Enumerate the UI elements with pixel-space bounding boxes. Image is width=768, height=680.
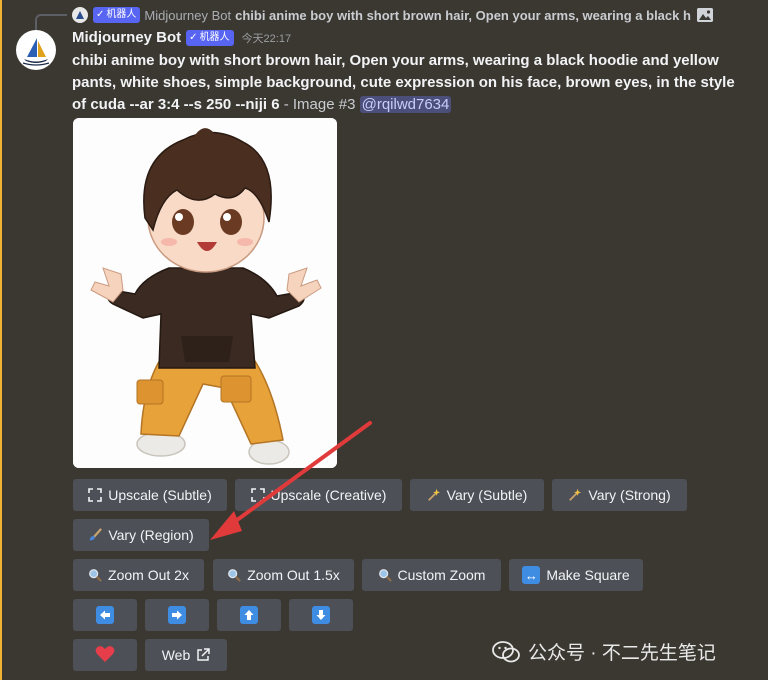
vary-strong-button[interactable]: Vary (Strong) [552,479,687,511]
paintbrush-icon [88,528,103,542]
bot-badge: ✓ 机器人 [186,29,234,46]
image-icon [696,8,713,22]
arrow-up-icon [240,606,258,624]
arrow-right-icon [168,606,186,624]
pan-right-button[interactable] [145,599,209,631]
pan-down-button[interactable] [289,599,353,631]
reply-connector [35,14,67,30]
author-name[interactable]: Midjourney Bot [72,29,181,46]
web-link-button[interactable]: Web [145,639,227,671]
reply-text[interactable]: chibi anime boy with short brown hair, O… [235,8,691,23]
reply-avatar [72,7,88,23]
arrow-left-icon [96,606,114,624]
check-icon: ✓ [96,9,105,20]
image-index: - Image #3 [279,96,360,113]
magnifier-icon [378,568,392,582]
zoom-out-2x-button[interactable]: Zoom Out 2x [73,559,204,591]
custom-zoom-button[interactable]: Custom Zoom [362,559,501,591]
user-mention[interactable]: @rqilwd7634 [359,96,452,113]
expand-arrows-icon [88,488,103,502]
wechat-icon [492,640,520,662]
reply-bot-badge: ✓ 机器人 [93,7,141,23]
reply-preview[interactable]: ✓ 机器人 Midjourney Bot chibi anime boy wit… [72,5,762,25]
magnifier-icon [227,568,242,582]
pan-left-button[interactable] [73,599,137,631]
highlight-bar [0,0,2,680]
like-button[interactable] [73,639,137,671]
zoom-out-1-5x-button[interactable]: Zoom Out 1.5x [213,559,354,591]
magnifier-icon [88,568,102,582]
arrow-down-icon [312,606,330,624]
check-icon: ✓ [189,31,198,43]
vary-subtle-button[interactable]: Vary (Subtle) [410,479,544,511]
heart-icon [95,645,115,666]
message-header: Midjourney Bot ✓ 机器人 今天22:17 [72,29,291,46]
make-square-button[interactable]: ↔ Make Square [509,559,643,591]
watermark-text: 公众号 · 不二先生笔记 [528,643,716,664]
reply-author[interactable]: Midjourney Bot [144,8,231,23]
pan-up-button[interactable] [217,599,281,631]
vary-region-button[interactable]: Vary (Region) [73,519,209,551]
timestamp: 今天22:17 [241,32,292,45]
annotation-arrow [210,421,372,540]
message-content: chibi anime boy with short brown hair, O… [72,50,752,116]
sparkle-wand-icon [427,488,441,502]
bot-avatar[interactable] [16,30,56,70]
sparkle-wand-icon [568,488,582,502]
external-link-icon [196,648,211,662]
left-right-arrow-icon: ↔ [522,566,541,584]
watermark: 公众号 · 不二先生笔记 [492,638,716,665]
